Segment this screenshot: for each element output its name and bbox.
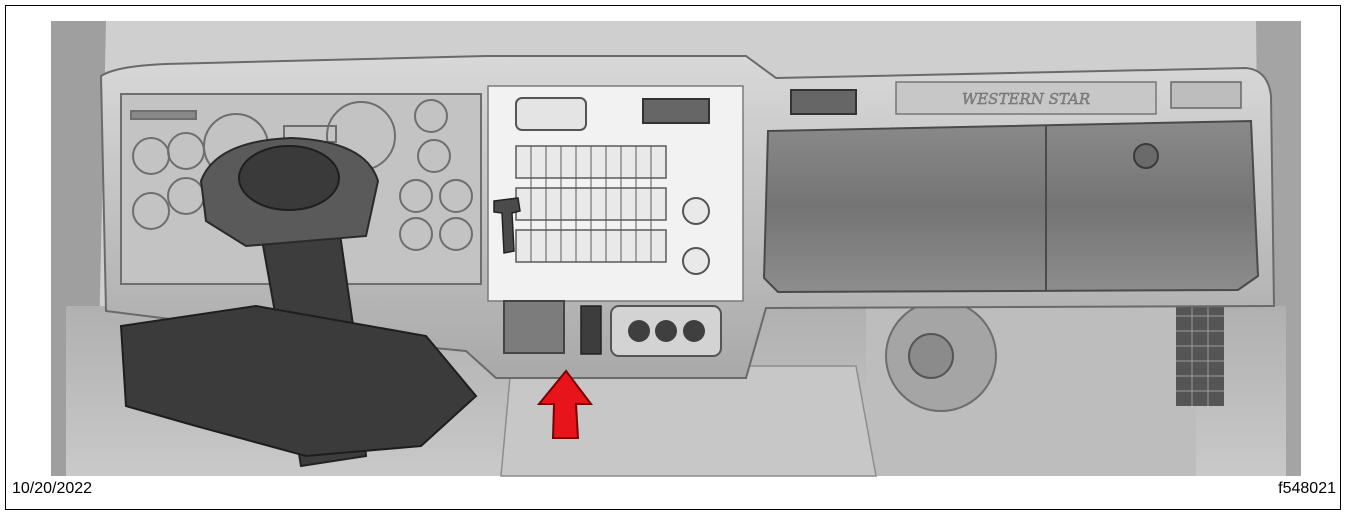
right-corner-vent bbox=[1170, 81, 1242, 109]
dashboard-illustration: WESTERN STAR bbox=[51, 21, 1301, 477]
lower-switch bbox=[580, 305, 602, 355]
relay-panel bbox=[1176, 301, 1224, 406]
lower-left-opening bbox=[503, 300, 565, 354]
figure-id: f548021 bbox=[1278, 480, 1336, 497]
control-knob-upper bbox=[682, 197, 710, 225]
steering-hub-ring bbox=[238, 145, 340, 211]
center-air-vent bbox=[642, 98, 710, 124]
right-air-vent bbox=[790, 89, 857, 115]
glove-box-panel bbox=[762, 119, 1260, 294]
blower-motor bbox=[908, 333, 954, 379]
control-knob-lower bbox=[682, 247, 710, 275]
figure-date: 10/20/2022 bbox=[12, 480, 93, 497]
display-unit bbox=[515, 97, 587, 131]
hvac-knob-3 bbox=[683, 320, 705, 342]
hvac-knob-2 bbox=[655, 320, 677, 342]
hvac-knob-1 bbox=[628, 320, 650, 342]
figure-frame: WESTERN STAR bbox=[5, 5, 1341, 510]
brand-lettering: WESTERN STAR bbox=[962, 90, 1090, 108]
glove-box-latch bbox=[1133, 143, 1159, 169]
